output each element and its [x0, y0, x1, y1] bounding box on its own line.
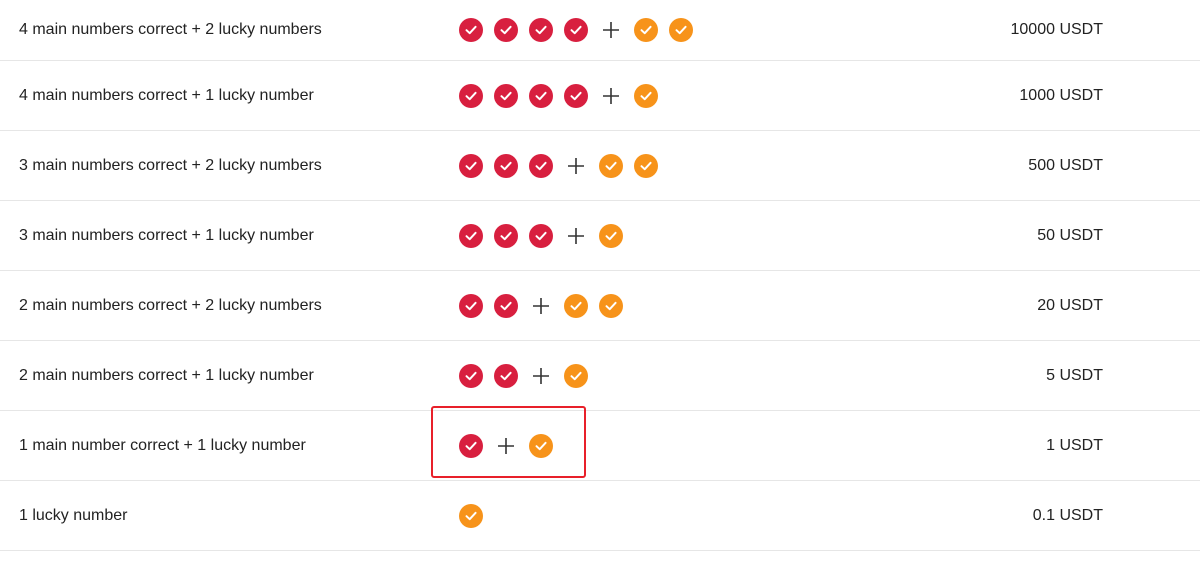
plus-icon: [564, 154, 588, 178]
lucky-number-check-icon: [564, 293, 588, 318]
table-row: 1 lucky number 0.1 USDT: [0, 481, 1200, 551]
match-combination: [459, 83, 658, 108]
table-row: 2 main numbers correct + 2 lucky numbers…: [0, 271, 1200, 341]
lucky-number-check-icon: [634, 18, 658, 42]
lucky-number-check-icon: [599, 223, 623, 248]
main-number-check-icon: [459, 363, 483, 388]
table-row: 4 main numbers correct + 2 lucky numbers…: [0, 0, 1200, 61]
main-number-check-icon: [459, 18, 483, 42]
prize-amount: 20 USDT: [1037, 296, 1103, 314]
condition-text: 2 main numbers correct + 2 lucky numbers: [19, 296, 322, 314]
table-row: 2 main numbers correct + 1 lucky number 5…: [0, 341, 1200, 411]
main-number-check-icon: [494, 293, 518, 318]
main-number-check-icon: [529, 18, 553, 42]
match-combination: [459, 223, 623, 248]
lucky-number-check-icon: [634, 83, 658, 108]
main-number-check-icon: [494, 18, 518, 42]
prize-amount: 10000 USDT: [1010, 21, 1104, 38]
plus-icon: [599, 18, 623, 42]
plus-icon: [529, 294, 553, 318]
condition-text: 4 main numbers correct + 1 lucky number: [19, 86, 314, 104]
main-number-check-icon: [529, 223, 553, 248]
lucky-number-check-icon: [599, 293, 623, 318]
main-number-check-icon: [494, 223, 518, 248]
main-number-check-icon: [494, 363, 518, 388]
main-number-check-icon: [494, 83, 518, 108]
main-number-check-icon: [459, 83, 483, 108]
prize-amount: 1 USDT: [1046, 436, 1103, 454]
plus-icon: [599, 84, 623, 108]
condition-text: 2 main numbers correct + 1 lucky number: [19, 366, 314, 384]
main-number-check-icon: [564, 18, 588, 42]
match-combination: [459, 503, 483, 528]
condition-text: 3 main numbers correct + 1 lucky number: [19, 226, 314, 244]
main-number-check-icon: [459, 293, 483, 318]
lucky-number-check-icon: [634, 153, 658, 178]
condition-text: 1 lucky number: [19, 506, 128, 524]
table-row: 4 main numbers correct + 1 lucky number 1…: [0, 61, 1200, 131]
prize-amount: 1000 USDT: [1019, 86, 1103, 104]
lucky-number-check-icon: [564, 363, 588, 388]
table-row: 3 main numbers correct + 2 lucky numbers…: [0, 131, 1200, 201]
prize-table: 4 main numbers correct + 2 lucky numbers…: [0, 0, 1200, 551]
lucky-number-check-icon: [599, 153, 623, 178]
main-number-check-icon: [529, 153, 553, 178]
main-number-check-icon: [459, 153, 483, 178]
main-number-check-icon: [529, 83, 553, 108]
condition-text: 3 main numbers correct + 2 lucky numbers: [19, 156, 322, 174]
lucky-number-check-icon: [459, 503, 483, 528]
prize-amount: 50 USDT: [1037, 226, 1103, 244]
match-combination: [459, 363, 588, 388]
condition-text: 1 main number correct + 1 lucky number: [19, 436, 306, 454]
prize-amount: 0.1 USDT: [1032, 506, 1103, 524]
match-combination: [459, 293, 623, 318]
prize-amount: 5 USDT: [1046, 366, 1103, 384]
condition-text: 4 main numbers correct + 2 lucky numbers: [19, 21, 322, 38]
plus-icon: [564, 224, 588, 248]
highlight-box: [431, 406, 586, 478]
lucky-number-check-icon: [669, 18, 693, 42]
main-number-check-icon: [494, 153, 518, 178]
match-combination: [459, 153, 658, 178]
main-number-check-icon: [564, 83, 588, 108]
table-row: 3 main numbers correct + 1 lucky number 5…: [0, 201, 1200, 271]
table-row: 1 main number correct + 1 lucky number 1 …: [0, 411, 1200, 481]
plus-icon: [529, 364, 553, 388]
prize-amount: 500 USDT: [1028, 156, 1103, 174]
match-combination: [459, 18, 693, 42]
main-number-check-icon: [459, 223, 483, 248]
